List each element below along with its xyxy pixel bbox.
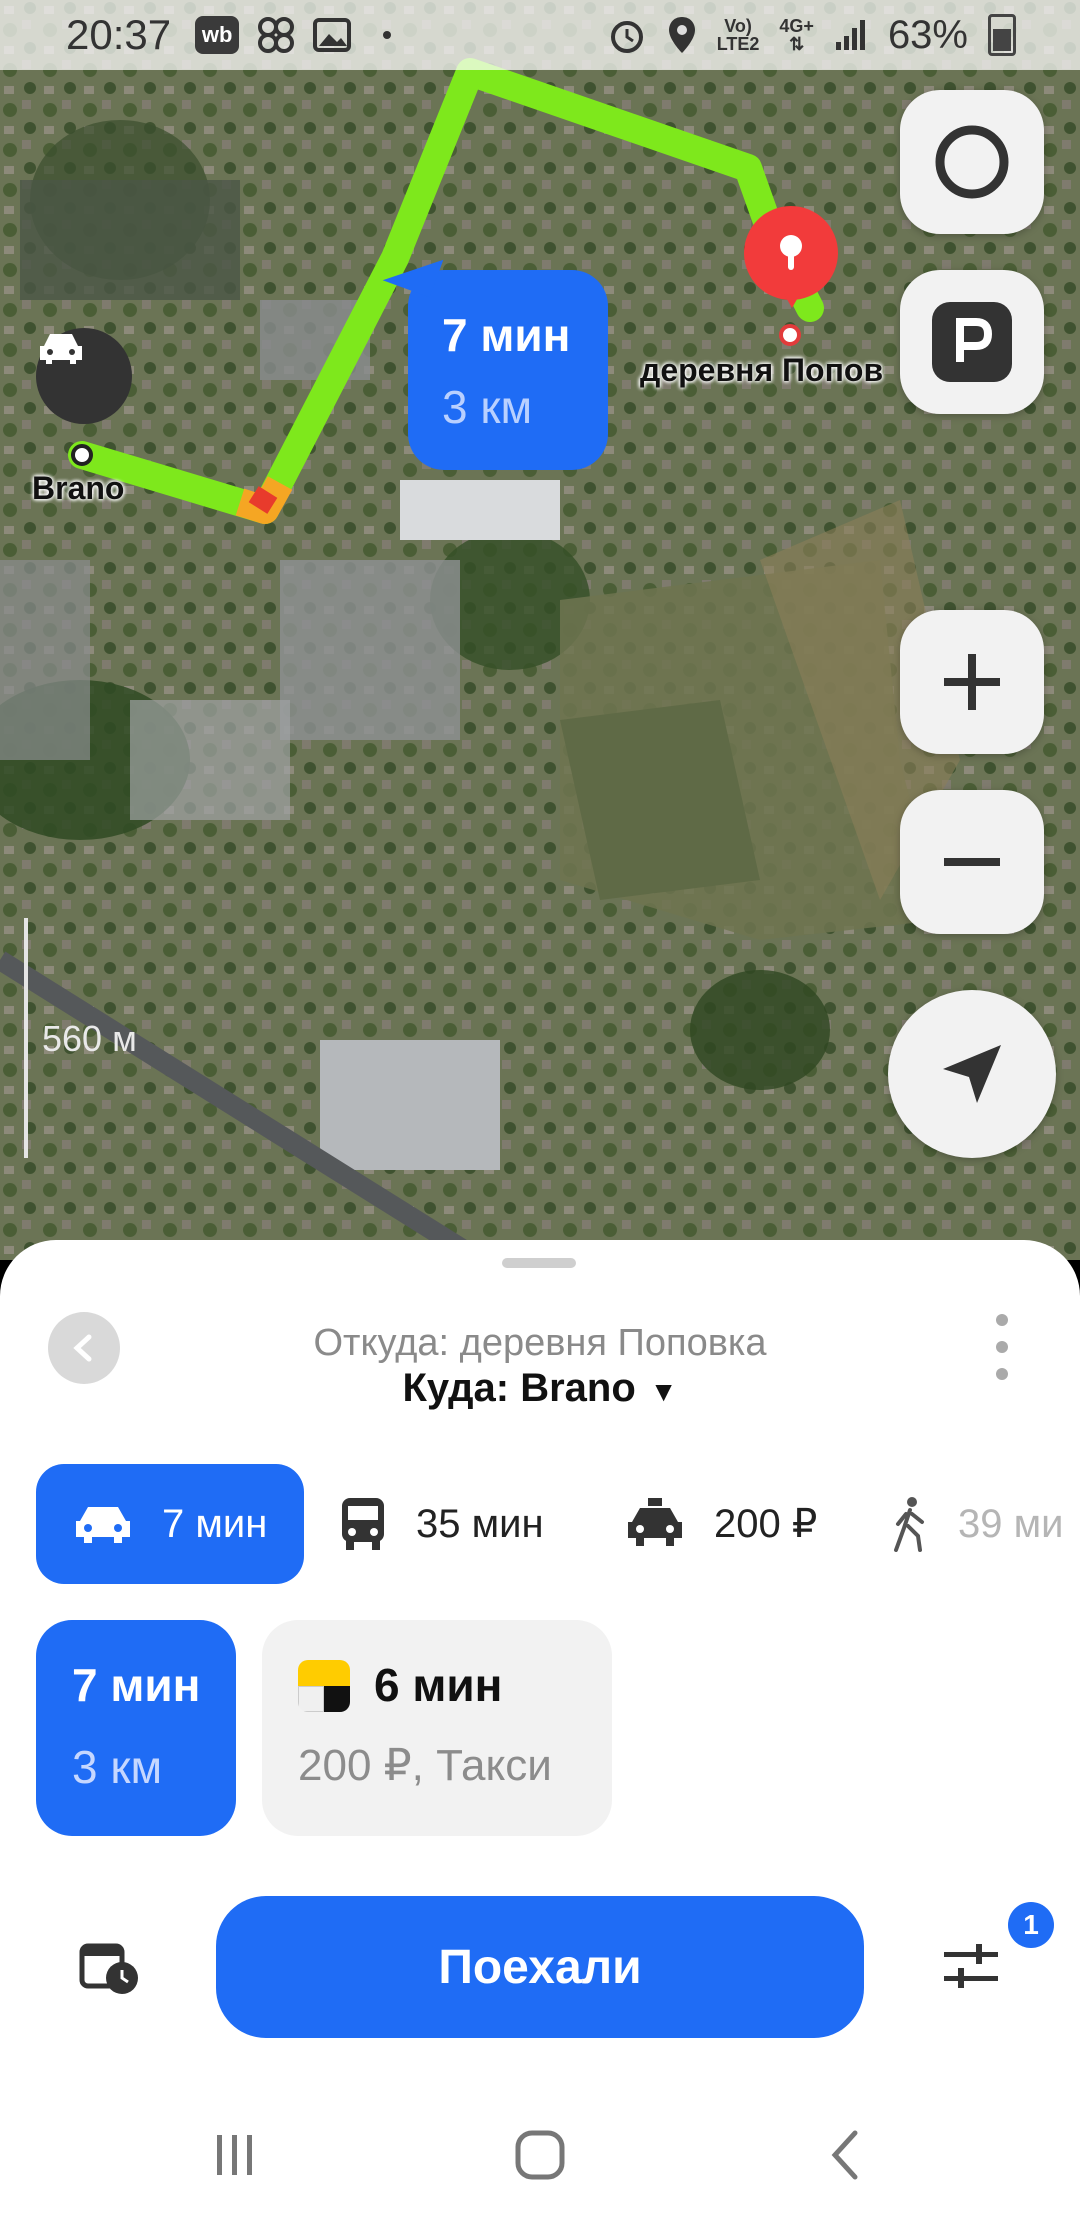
mode-bus-time: 35 мин xyxy=(416,1501,544,1546)
status-bar: 20:37 wb Vo) LTE2 4G+ ⇅ 63% xyxy=(0,0,1080,70)
option-taxi-price: 200 ₽, Такси xyxy=(298,1741,552,1790)
location-icon xyxy=(668,17,695,53)
to-label: Куда: Brano xyxy=(402,1366,636,1410)
more-dots-icon xyxy=(996,1314,1008,1326)
gallery-icon xyxy=(313,18,352,52)
recent-apps-icon xyxy=(217,2135,252,2175)
sliders-icon xyxy=(944,1944,998,1988)
dot-icon xyxy=(383,31,392,39)
home-button[interactable] xyxy=(500,2090,580,2220)
alice-button[interactable] xyxy=(900,90,1044,234)
locate-icon xyxy=(943,1045,1001,1103)
zoom-in-button[interactable] xyxy=(900,610,1044,754)
status-time: 20:37 xyxy=(66,11,172,58)
back-nav-icon xyxy=(831,2130,858,2180)
mode-walk-time: 39 ми xyxy=(958,1501,1064,1546)
route-distance: 3 км xyxy=(442,381,533,433)
origin-label: Brano xyxy=(32,470,125,506)
go-button[interactable]: Поехали xyxy=(216,1896,864,2038)
destination-marker[interactable] xyxy=(744,206,838,308)
more-menu-button[interactable] xyxy=(994,1314,1010,1380)
battery-percent: 63% xyxy=(887,12,968,57)
wb-app-icon: wb xyxy=(195,16,240,54)
option-car-distance: 3 км xyxy=(72,1741,163,1793)
taxi-icon xyxy=(628,1498,682,1546)
alarm-icon xyxy=(610,21,643,53)
zoom-in-icon xyxy=(944,654,1000,710)
option-taxi-time: 6 мин xyxy=(374,1659,503,1711)
route-option-car[interactable]: 7 мин 3 км xyxy=(36,1620,236,1836)
origin-dot xyxy=(71,444,93,466)
volte-indicator: Vo) LTE2 xyxy=(716,16,760,54)
transport-modes: 7 мин 35 мин 200 ₽ 39 ми xyxy=(0,1464,1080,1584)
parking-icon xyxy=(932,302,1012,382)
back-nav-button[interactable] xyxy=(810,2090,880,2220)
locate-me-button[interactable] xyxy=(888,990,1056,1158)
walk-icon xyxy=(894,1497,924,1552)
pinwheel-icon xyxy=(258,17,295,53)
bus-icon xyxy=(342,1498,384,1550)
mode-taxi[interactable]: 200 ₽ xyxy=(624,1464,817,1584)
home-icon xyxy=(515,2130,565,2180)
route-sheet: Откуда: деревня Поповка Куда: Brano ▼ 7 м… xyxy=(0,1240,1080,2220)
car-icon xyxy=(40,334,82,364)
car-icon xyxy=(76,1507,130,1543)
route-time: 7 мин xyxy=(442,309,571,361)
yandex-taxi-icon xyxy=(298,1660,350,1712)
mode-car[interactable]: 7 мин xyxy=(36,1464,304,1584)
to-field[interactable]: Куда: Brano ▼ xyxy=(0,1366,1080,1411)
alice-icon xyxy=(935,125,1009,199)
battery-icon xyxy=(988,14,1016,56)
signal-icon xyxy=(835,20,865,50)
scale-label: 560 м xyxy=(42,1018,137,1059)
settings-count-badge: 1 xyxy=(1008,1902,1054,1948)
map-view[interactable]: Brano деревня Попов 7 мин 3 км 560 м xyxy=(0,0,1080,1260)
dropdown-arrow-icon: ▼ xyxy=(649,1376,678,1407)
zoom-out-button[interactable] xyxy=(900,790,1044,934)
calendar-clock-icon xyxy=(79,1943,138,1994)
schedule-button[interactable] xyxy=(78,1940,142,1996)
parking-button[interactable] xyxy=(900,270,1044,414)
recent-apps-button[interactable] xyxy=(200,2090,270,2220)
origin-car-marker[interactable] xyxy=(36,328,132,424)
mode-car-time: 7 мин xyxy=(162,1501,268,1546)
destination-dot xyxy=(779,324,801,346)
network-indicator: 4G+ ⇅ xyxy=(779,16,814,54)
sheet-handle[interactable] xyxy=(502,1258,576,1268)
option-car-time: 7 мин xyxy=(72,1659,201,1711)
from-field[interactable]: Откуда: деревня Поповка xyxy=(0,1322,1080,1365)
zoom-out-icon xyxy=(944,858,1000,866)
mode-walk[interactable]: 39 ми xyxy=(890,1464,1063,1584)
scale-bar xyxy=(24,918,28,1158)
mode-bus[interactable]: 35 мин xyxy=(338,1464,544,1584)
route-info-bubble[interactable]: 7 мин 3 км xyxy=(382,242,608,470)
route-option-taxi[interactable]: 6 мин 200 ₽, Такси xyxy=(262,1620,612,1836)
system-nav-bar xyxy=(0,2090,1080,2220)
route-settings-button[interactable] xyxy=(940,1940,1002,1996)
pin-icon xyxy=(780,235,802,270)
destination-label: деревня Попов xyxy=(640,352,884,388)
mode-taxi-price: 200 ₽ xyxy=(714,1502,818,1546)
